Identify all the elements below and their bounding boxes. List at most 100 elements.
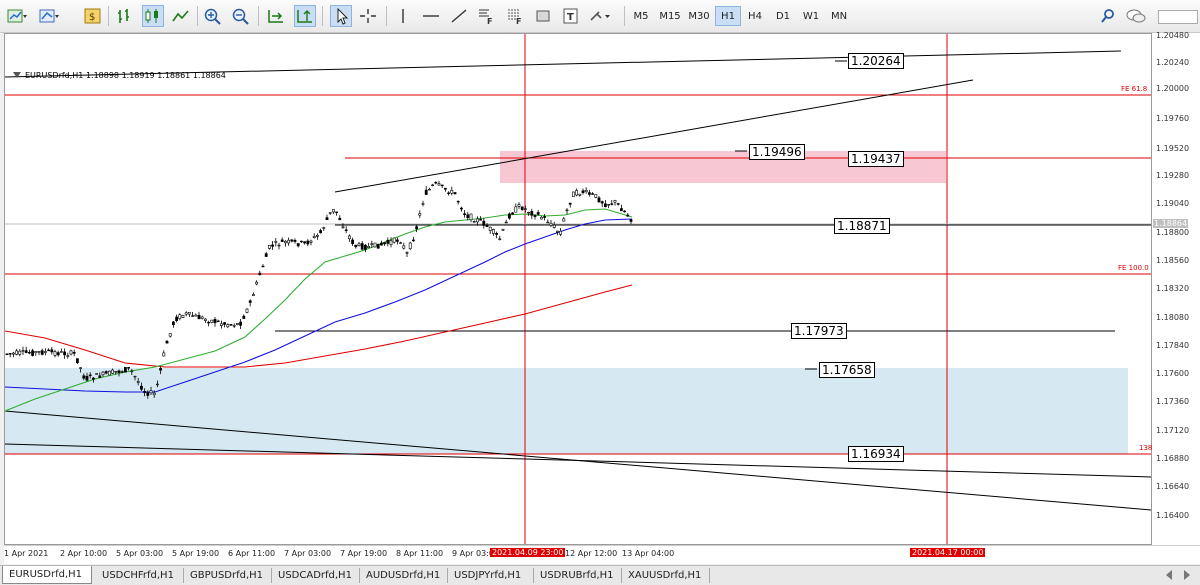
level-box-1-20264[interactable]: 1.20264 — [848, 53, 904, 69]
candle-body — [584, 190, 588, 193]
vertical-line-icon[interactable] — [392, 5, 414, 27]
time-label: 5 Apr 03:00 — [116, 549, 164, 558]
timeframe-h1[interactable]: H1 — [715, 6, 741, 26]
fibonacci-grid-icon[interactable]: F — [504, 5, 526, 27]
timeframe-m15[interactable]: M15 — [657, 6, 683, 26]
timeframe-mn[interactable]: MN — [826, 6, 852, 26]
candle-body — [520, 206, 524, 211]
candle-body — [498, 238, 502, 240]
candle-body — [312, 236, 316, 238]
candle-body — [533, 214, 537, 217]
price-label: 1.18800 — [1156, 228, 1190, 237]
candle-body — [379, 242, 383, 246]
candle-body — [79, 367, 83, 369]
timeframe-w1[interactable]: W1 — [798, 6, 824, 26]
candle-body — [431, 184, 435, 187]
tab-usdrub[interactable]: USDRUBrfd,H1 — [534, 568, 622, 583]
candle-body — [603, 203, 607, 208]
text-icon[interactable]: T — [560, 5, 582, 27]
profiles-icon[interactable] — [38, 5, 60, 27]
time-label: 2 Apr 10:00 — [60, 549, 108, 558]
new-chart-icon[interactable] — [6, 5, 28, 27]
level-box-1-18871[interactable]: 1.18871 — [834, 218, 890, 234]
zoom-in-icon[interactable] — [202, 5, 224, 27]
chart-canvas — [5, 34, 1151, 544]
tab-scroll-right-icon[interactable] — [1184, 570, 1190, 580]
candle-body — [341, 226, 345, 229]
candle-body — [24, 350, 28, 353]
symbol-menu-icon[interactable] — [13, 72, 21, 78]
candle-body — [296, 243, 300, 247]
candle-body — [325, 217, 329, 221]
bar-chart-icon[interactable] — [114, 5, 136, 27]
candlestick-icon[interactable] — [142, 5, 164, 27]
candle-body — [315, 235, 319, 237]
current-price-badge: 1.18864 — [1153, 219, 1189, 228]
candle-body — [610, 203, 614, 205]
level-box-1-17658[interactable]: 1.17658 — [819, 362, 875, 378]
candle-body — [283, 240, 287, 244]
candle-body — [239, 321, 243, 326]
search-icon[interactable] — [1097, 5, 1119, 27]
level-box-1-16934[interactable]: 1.16934 — [848, 446, 904, 462]
candle-body — [191, 315, 195, 317]
candle-body — [351, 239, 355, 244]
horizontal-line-icon[interactable] — [420, 5, 442, 27]
svg-text:$: $ — [89, 12, 95, 23]
candle-body — [530, 211, 534, 216]
crosshair-icon[interactable] — [357, 5, 379, 27]
line-chart-icon[interactable] — [170, 5, 192, 27]
zoom-out-icon[interactable] — [230, 5, 252, 27]
autoscroll-icon[interactable] — [265, 5, 287, 27]
candle-body — [184, 312, 188, 315]
tab-gbpusd[interactable]: GBPUSDrfd,H1 — [184, 568, 272, 583]
candle-body — [136, 381, 140, 383]
candle-body — [402, 245, 406, 249]
chart-area[interactable]: EURUSDrfd,H1 1.18898 1.18919 1.18861 1.1… — [4, 33, 1152, 545]
tab-xauusd[interactable]: XAUUSDrfd,H1 — [622, 568, 710, 583]
timeframe-m30[interactable]: M30 — [686, 6, 712, 26]
shapes-icon[interactable] — [588, 5, 610, 27]
candle-body — [437, 183, 441, 186]
candle-body — [613, 200, 617, 203]
candle-body — [274, 241, 278, 243]
candle-body — [517, 204, 521, 207]
candle-body — [271, 244, 275, 247]
candle-body — [600, 201, 604, 204]
candle-body — [133, 375, 137, 378]
tab-usdjpy[interactable]: USDJPYrfd,H1 — [448, 568, 534, 583]
toolbar-search-field[interactable] — [1158, 10, 1198, 24]
chat-icon[interactable] — [1125, 5, 1147, 27]
tab-scroll-left-icon[interactable] — [1166, 570, 1172, 580]
fibonacci-fan-icon[interactable]: F — [476, 5, 498, 27]
candle-body — [344, 229, 348, 231]
candle-body — [485, 225, 489, 227]
candle-body — [82, 375, 86, 379]
candle-body — [210, 319, 214, 323]
candle-body — [31, 350, 35, 356]
candle-body — [12, 352, 15, 355]
trendline-icon[interactable] — [448, 5, 470, 27]
level-box-1-17973[interactable]: 1.17973 — [791, 323, 847, 339]
timeframe-h4[interactable]: H4 — [742, 6, 768, 26]
fe-138-label: 138 — [1139, 444, 1153, 452]
timeframe-d1[interactable]: D1 — [770, 6, 796, 26]
candle-body — [626, 214, 630, 217]
candle-body — [149, 390, 153, 394]
tab-audusd[interactable]: AUDUSDrfd,H1 — [360, 568, 448, 583]
candle-body — [578, 193, 582, 196]
candle-body — [18, 350, 22, 355]
level-box-1-19496[interactable]: 1.19496 — [749, 144, 805, 160]
candle-body — [450, 189, 454, 194]
tab-usdcad[interactable]: USDCADrfd,H1 — [272, 568, 360, 583]
candle-body — [418, 213, 422, 216]
level-box-1-19437[interactable]: 1.19437 — [848, 151, 904, 167]
timeframe-m5[interactable]: M5 — [628, 6, 654, 26]
cursor-icon[interactable] — [330, 5, 352, 27]
rectangle-icon[interactable] — [532, 5, 554, 27]
time-label: 13 Apr 04:00 — [622, 549, 675, 558]
tab-eurusd[interactable]: EURUSDrfd,H1 — [2, 566, 92, 584]
chart-shift-icon[interactable] — [294, 5, 316, 27]
market-watch-icon[interactable]: $ — [82, 5, 104, 27]
tab-usdchf[interactable]: USDCHFrfd,H1 — [96, 568, 184, 583]
